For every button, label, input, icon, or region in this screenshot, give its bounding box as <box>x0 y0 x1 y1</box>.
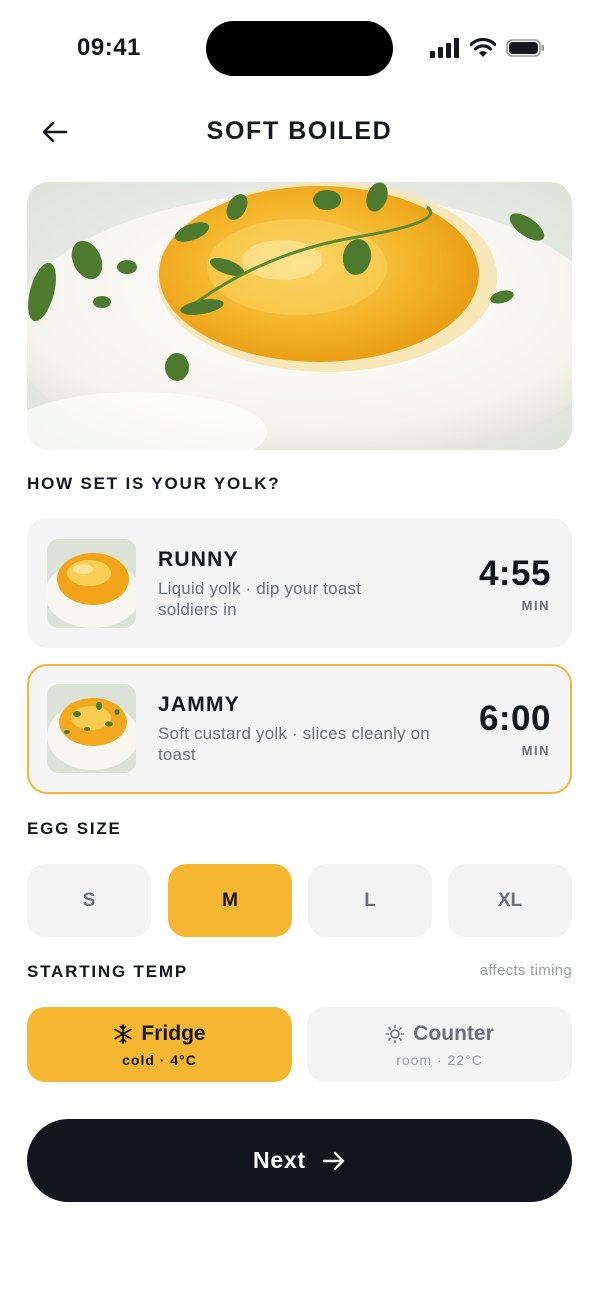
snowflake-icon <box>114 1024 133 1044</box>
sun-icon <box>385 1024 405 1044</box>
status-time: 09:41 <box>77 34 141 61</box>
dynamic-island <box>206 21 393 76</box>
yolk-option-runny[interactable]: RUNNY Liquid yolk · dip your toast soldi… <box>27 518 572 648</box>
yolk-option-unit: MIN <box>521 598 550 613</box>
battery-icon <box>506 39 544 57</box>
next-button[interactable]: Next <box>27 1119 572 1202</box>
size-option-xl[interactable]: XL <box>448 864 572 937</box>
temp-option-sublabel: room · 22°C <box>396 1052 483 1068</box>
size-option-s[interactable]: S <box>27 864 151 937</box>
size-option-l[interactable]: L <box>308 864 432 937</box>
wifi-icon <box>470 38 496 57</box>
jammy-egg-thumbnail <box>47 684 136 773</box>
size-option-m[interactable]: M <box>168 864 292 937</box>
yolk-option-name: JAMMY <box>158 693 240 716</box>
yolk-option-description: Liquid yolk · dip your toast soldiers in <box>158 579 362 619</box>
next-button-label: Next <box>252 1147 307 1173</box>
temp-option-counter[interactable]: Counter room · 22°C <box>307 1007 572 1082</box>
cellular-signal-icon <box>430 38 459 58</box>
yolk-option-name: RUNNY <box>158 548 239 571</box>
yolk-option-time: 4:55 <box>478 554 551 593</box>
temp-option-label: Fridge <box>141 1022 206 1045</box>
starting-temp-label: STARTING TEMP <box>27 962 188 981</box>
yolk-option-time: 6:00 <box>478 699 551 738</box>
yolk-option-description: Soft custard yolk · slices cleanly on to… <box>158 724 430 764</box>
temp-option-fridge[interactable]: Fridge cold · 4°C <box>27 1007 292 1082</box>
temp-option-label: Counter <box>413 1022 494 1045</box>
page-title: SOFT BOILED <box>206 117 393 145</box>
yolk-option-jammy[interactable]: JAMMY Soft custard yolk · slices cleanly… <box>27 664 572 794</box>
hero-image <box>27 182 572 450</box>
yolk-option-unit: MIN <box>521 743 550 758</box>
status-icons <box>430 38 546 58</box>
arrow-right-icon <box>322 1151 345 1170</box>
egg-size-label: EGG SIZE <box>27 819 122 838</box>
temp-option-sublabel: cold · 4°C <box>122 1052 197 1068</box>
yolk-section-label: HOW SET IS YOUR YOLK? <box>27 474 281 493</box>
affects-timing-hint: affects timing <box>479 962 572 979</box>
runny-egg-thumbnail <box>47 539 136 628</box>
